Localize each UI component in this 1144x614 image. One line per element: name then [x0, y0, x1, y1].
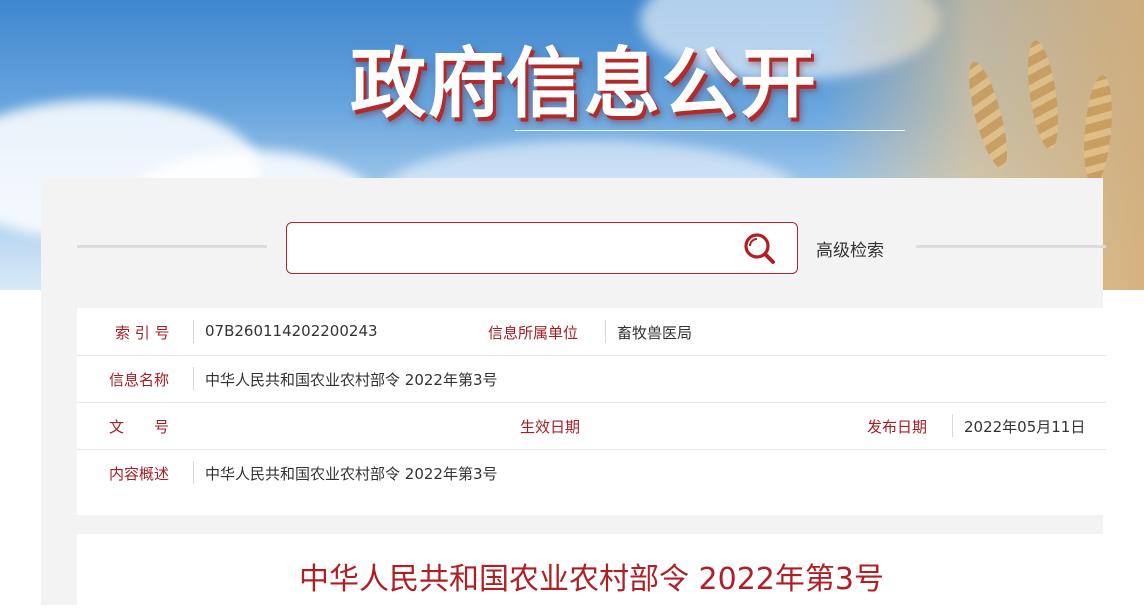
divider: [193, 367, 194, 390]
info-table: 索 引 号 07B260114202200243 信息所属单位 畜牧兽医局 信息…: [77, 308, 1106, 515]
divider: [605, 320, 606, 343]
search-input[interactable]: [299, 231, 733, 265]
publish-date-value: 2022年05月11日: [964, 418, 1086, 436]
divider-right: [916, 245, 1106, 248]
doc-no-label: 文 号: [109, 418, 170, 436]
search-bar: 高级检索: [41, 222, 1106, 274]
name-value: 中华人民共和国农业农村部令 2022年第3号: [205, 371, 498, 389]
search-box: [286, 222, 798, 274]
divider-left: [77, 245, 267, 248]
effective-date-label: 生效日期: [520, 418, 581, 436]
divider: [952, 414, 953, 437]
divider: [193, 461, 194, 484]
name-label: 信息名称: [109, 371, 170, 389]
summary-value: 中华人民共和国农业农村部令 2022年第3号: [205, 465, 498, 483]
divider: [193, 320, 194, 343]
banner-divider: [515, 130, 905, 131]
org-value: 畜牧兽医局: [617, 324, 693, 342]
table-row: 索 引 号 07B260114202200243 信息所属单位 畜牧兽医局: [77, 308, 1106, 356]
index-no-label: 索 引 号: [115, 324, 170, 342]
advanced-search-link[interactable]: 高级检索: [816, 236, 884, 261]
index-no-value: 07B260114202200243: [205, 322, 378, 340]
document-title: 中华人民共和国农业农村部令 2022年第3号: [299, 562, 884, 597]
org-label: 信息所属单位: [488, 324, 579, 342]
table-row: 文 号 生效日期 发布日期 2022年05月11日: [77, 402, 1106, 450]
summary-label: 内容概述: [109, 465, 170, 483]
table-row: 内容概述 中华人民共和国农业农村部令 2022年第3号: [77, 449, 1106, 496]
table-row: 信息名称 中华人民共和国农业农村部令 2022年第3号: [77, 355, 1106, 403]
search-icon[interactable]: [742, 231, 778, 267]
document-card: 中华人民共和国农业农村部令 2022年第3号: [77, 534, 1106, 614]
banner-title: 政府信息公开: [350, 39, 818, 128]
main-panel: 高级检索 索 引 号 07B260114202200243 信息所属单位 畜牧兽…: [41, 178, 1106, 614]
publish-date-label: 发布日期: [867, 418, 928, 436]
